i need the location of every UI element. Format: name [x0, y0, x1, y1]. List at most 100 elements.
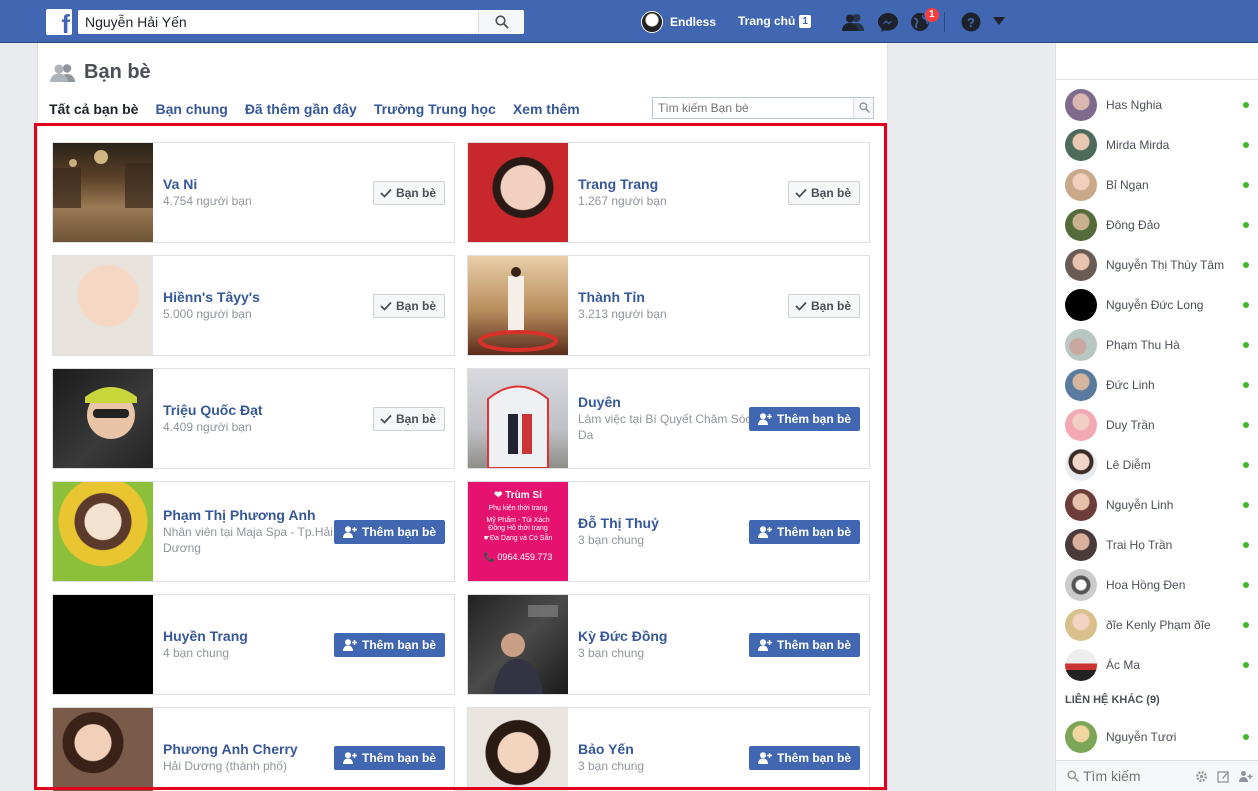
contact-avatar [1065, 609, 1097, 641]
contact-avatar [1065, 169, 1097, 201]
chat-contact[interactable]: Ác Ma [1056, 645, 1258, 685]
friends-icon [50, 63, 75, 82]
contact-avatar [1065, 329, 1097, 361]
logo-letter: f [61, 9, 70, 35]
online-indicator [1243, 502, 1249, 508]
chat-contact[interactable]: Duy Trần [1056, 405, 1258, 445]
friends-header: Bạn bè [50, 61, 151, 84]
online-indicator [1243, 302, 1249, 308]
chat-contact[interactable]: Trai Họ Trần [1056, 525, 1258, 565]
chat-contact[interactable]: Nguyễn Đức Long [1056, 285, 1258, 325]
online-indicator [1243, 342, 1249, 348]
chat-search-input[interactable] [1083, 768, 1183, 784]
create-group-icon[interactable] [1239, 770, 1253, 783]
chat-sidebar: Has Nghia Mirda Mirda Bỉ Ngạn Đông Đảo N… [1055, 43, 1258, 791]
global-search-input[interactable] [78, 10, 478, 34]
contact-avatar [1065, 129, 1097, 161]
chat-contact[interactable]: Đức Linh [1056, 365, 1258, 405]
contact-name: Mirda Mirda [1106, 138, 1170, 152]
contact-name: Đông Đảo [1106, 218, 1161, 232]
contact-avatar [1065, 209, 1097, 241]
search-button[interactable] [478, 10, 524, 34]
friend-search-input[interactable] [653, 98, 853, 118]
contact-name: ðĩe Kenly Phạm ðĩe [1106, 618, 1211, 632]
contact-name: Trai Họ Trần [1106, 538, 1173, 552]
chat-contact[interactable]: Đông Đảo [1056, 205, 1258, 245]
contact-avatar [1065, 569, 1097, 601]
contact-name: Nguyễn Thị Thùy Tâm [1106, 258, 1225, 272]
chat-contact[interactable]: Nguyễn Thị Thùy Tâm [1056, 245, 1258, 285]
notifications-badge: 1 [924, 7, 940, 23]
online-indicator [1243, 734, 1249, 740]
online-indicator [1243, 422, 1249, 428]
online-indicator [1243, 262, 1249, 268]
contact-avatar [1065, 489, 1097, 521]
contact-name: Lê Diễm [1106, 458, 1151, 472]
profile-link[interactable]: Endless [641, 11, 716, 33]
help-icon[interactable]: ? [960, 12, 982, 32]
contact-name: Ác Ma [1106, 658, 1141, 672]
online-indicator [1243, 142, 1249, 148]
online-indicator [1243, 102, 1249, 108]
online-indicator [1243, 662, 1249, 668]
contact-avatar [1065, 409, 1097, 441]
home-count-badge: 1 [799, 14, 811, 28]
topbar-divider [944, 12, 945, 32]
online-indicator [1243, 582, 1249, 588]
top-navigation-bar: f Endless Trang chủ 1 1 ? [0, 0, 1258, 43]
other-contacts-header: LIÊN HỆ KHÁC (9) [1065, 694, 1160, 706]
search-icon [495, 15, 509, 29]
contact-name: Nguyễn Đức Long [1106, 298, 1204, 312]
online-indicator [1243, 622, 1249, 628]
contact-avatar [1065, 289, 1097, 321]
contact-name: Đức Linh [1106, 378, 1155, 392]
chat-contact[interactable]: Bỉ Ngạn [1056, 165, 1258, 205]
svg-text:?: ? [967, 15, 975, 30]
contact-avatar [1065, 529, 1097, 561]
contact-avatar [1065, 721, 1097, 753]
contact-name: Bỉ Ngạn [1106, 178, 1149, 192]
messenger-icon[interactable] [877, 12, 899, 32]
facebook-logo[interactable]: f [46, 9, 72, 35]
friend-requests-icon[interactable] [842, 12, 864, 32]
page-title: Bạn bè [84, 61, 151, 83]
contact-name: Nguyễn Linh [1106, 498, 1174, 512]
chat-contact[interactable]: ðĩe Kenly Phạm ðĩe [1056, 605, 1258, 645]
profile-name: Endless [670, 15, 717, 29]
online-indicator [1243, 222, 1249, 228]
chat-contact[interactable]: Nguyễn Tươi [1056, 717, 1258, 757]
contact-avatar [1065, 649, 1097, 681]
friend-search-button[interactable] [853, 98, 873, 118]
chat-contact[interactable]: Phạm Thu Hà [1056, 325, 1258, 365]
contact-avatar [1065, 89, 1097, 121]
contact-avatar [1065, 249, 1097, 281]
contact-name: Nguyễn Tươi [1106, 730, 1177, 744]
contact-name: Hoa Hồng Đen [1106, 578, 1186, 592]
chat-contact[interactable]: Has Nghia [1056, 85, 1258, 125]
global-search [78, 10, 524, 34]
home-link[interactable]: Trang chủ 1 [738, 14, 811, 28]
chat-contact[interactable]: Nguyễn Linh [1056, 485, 1258, 525]
chevron-down-icon[interactable] [992, 16, 1006, 26]
chat-contact[interactable]: Hoa Hồng Đen [1056, 565, 1258, 605]
chat-contact[interactable]: Lê Diễm [1056, 445, 1258, 485]
search-icon [1067, 770, 1079, 782]
online-indicator [1243, 542, 1249, 548]
friends-tabs: Tất cả bạn bè Bạn chung Đã thêm gần đây … [49, 101, 597, 117]
tab-all-friends[interactable]: Tất cả bạn bè [49, 101, 138, 117]
contact-name: Duy Trần [1106, 418, 1155, 432]
gear-icon[interactable] [1195, 770, 1208, 783]
tab-recently-added[interactable]: Đã thêm gần đây [245, 101, 357, 117]
tab-see-more[interactable]: Xem thêm [513, 101, 580, 117]
home-label: Trang chủ [738, 14, 796, 28]
new-message-icon[interactable] [1217, 770, 1230, 783]
search-icon [859, 102, 870, 113]
online-indicator [1243, 382, 1249, 388]
tab-mutual[interactable]: Bạn chung [155, 101, 227, 117]
chat-tools [1195, 770, 1253, 783]
chat-search [1056, 760, 1258, 791]
contact-name: Has Nghia [1106, 98, 1163, 112]
chat-contact[interactable]: Mirda Mirda [1056, 125, 1258, 165]
tab-high-school[interactable]: Trường Trung học [374, 101, 496, 117]
friend-search [652, 97, 874, 119]
